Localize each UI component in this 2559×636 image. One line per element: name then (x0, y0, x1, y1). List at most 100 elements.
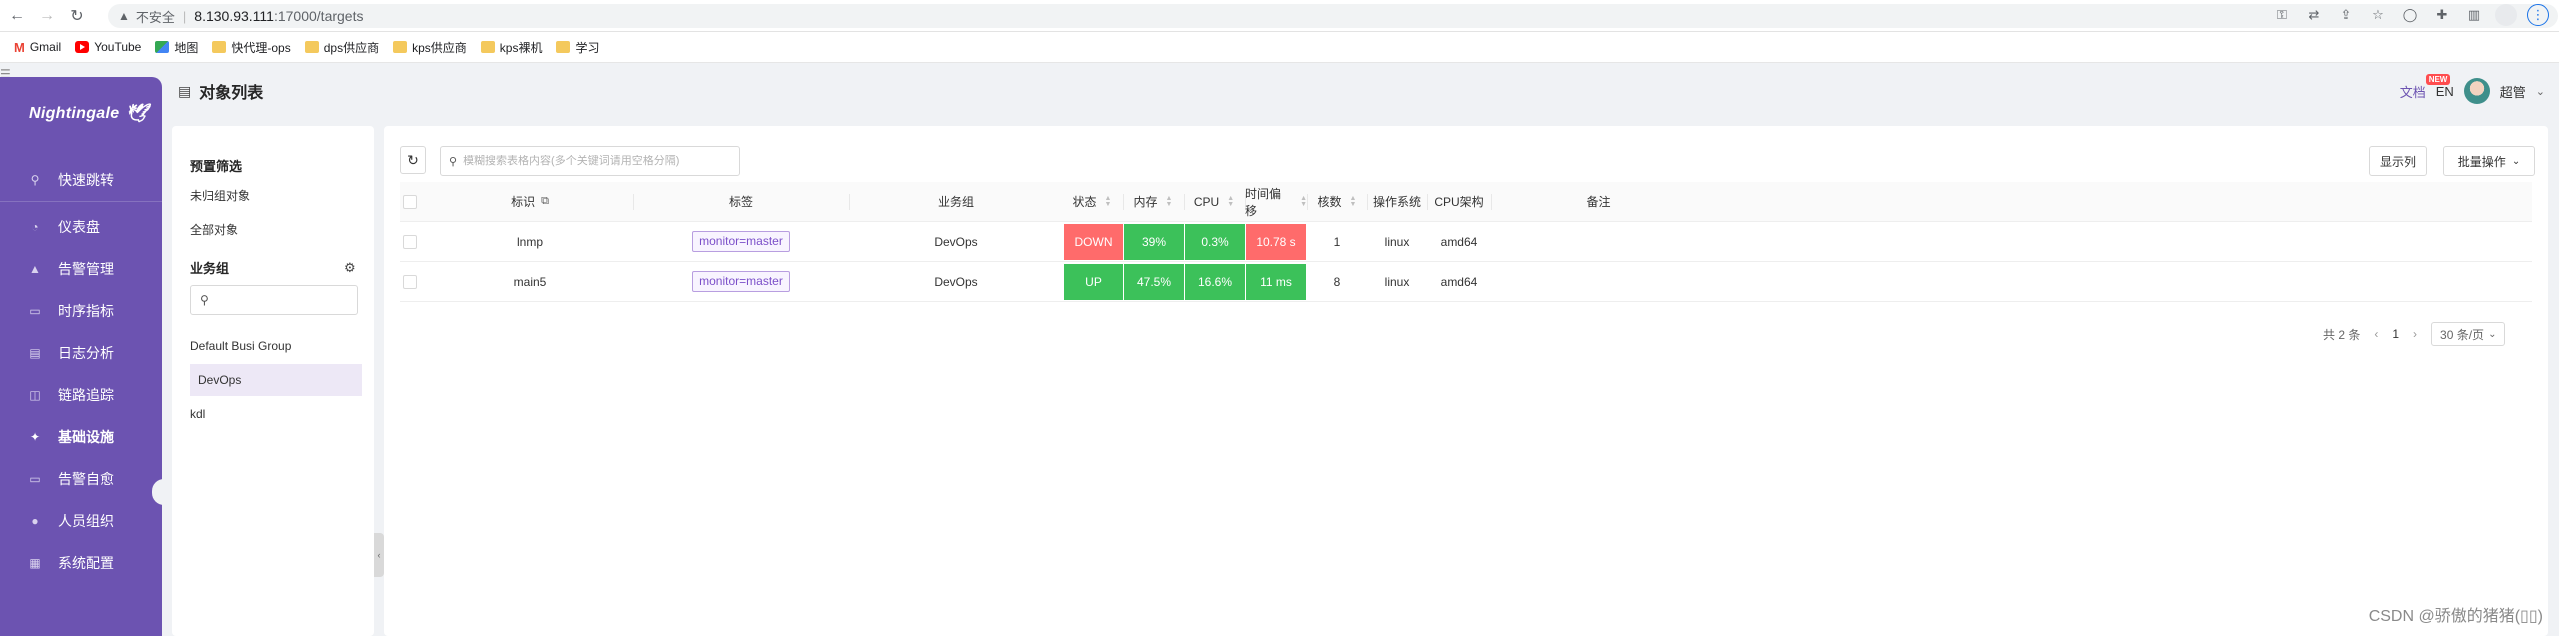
bookmark-label: kps裸机 (499, 40, 543, 55)
cell-ident[interactable]: main5 (430, 262, 630, 301)
pagination-current-page[interactable]: 1 (2392, 327, 2399, 341)
share-icon[interactable]: ⇪ (2335, 4, 2357, 26)
bookmark-maps[interactable]: 地图 (155, 39, 198, 56)
bookmark-folder[interactable]: dps供应商 (304, 39, 379, 56)
user-name[interactable]: 超管 (2500, 82, 2526, 101)
cell-os: linux (1384, 274, 1410, 289)
group-item-selected[interactable]: DevOps (190, 364, 362, 396)
bookmark-youtube[interactable]: YouTube (75, 40, 141, 54)
select-all-checkbox[interactable] (400, 182, 420, 221)
bookmark-folder[interactable]: kps供应商 (393, 39, 467, 56)
sidebar-item-metrics[interactable]: ▭ 时序指标 (0, 296, 162, 326)
more-icon[interactable]: ⋮ (2527, 4, 2549, 26)
sidebar-item-label: 告警管理 (58, 261, 114, 277)
sidebar-item-label: 系统配置 (58, 555, 114, 571)
row-checkbox[interactable] (400, 262, 420, 301)
address-bar[interactable]: ▲ 不安全 | 8.130.93.111:17000/targets (108, 4, 2558, 28)
bookmark-folder[interactable]: kps裸机 (480, 39, 543, 56)
table-row[interactable]: lnmp monitor=master DevOps DOWN 39% 0.3%… (400, 222, 2532, 262)
table-search[interactable]: ⚲ (440, 146, 740, 176)
youtube-icon (75, 41, 90, 53)
refresh-icon: ↻ (407, 151, 419, 168)
col-mem[interactable]: 内存 ▲ ▼ (1123, 182, 1183, 221)
sidepanel-icon[interactable]: ▥ (2463, 4, 2485, 26)
bookmark-folder[interactable]: 快代理-ops (212, 39, 291, 56)
col-mem-label: 内存 (1133, 195, 1158, 209)
col-offset[interactable]: 时间偏移 ▲ ▼ (1245, 182, 1307, 221)
row-checkbox[interactable] (400, 222, 420, 261)
cell-mem: 39% (1124, 224, 1184, 260)
cell-offset: 10.78 s (1246, 224, 1306, 260)
insecure-label: 不安全 (135, 9, 175, 25)
sidebar-item-label: 人员组织 (58, 513, 114, 529)
cell-ident[interactable]: lnmp (430, 222, 630, 261)
translate-icon[interactable]: ⇄ (2303, 4, 2325, 26)
cell-tags: monitor=master (633, 262, 849, 301)
sidebar-divider (0, 201, 162, 202)
docs-link[interactable]: 文档 NEW (2400, 73, 2451, 101)
star-icon[interactable]: ☆ (2367, 4, 2389, 26)
sidebar-item-logs[interactable]: ▤ 日志分析 (0, 338, 162, 368)
sidebar-item-infrastructure[interactable]: ✦ 基础设施 (0, 422, 162, 452)
cell-cpu: 16.6% (1185, 264, 1245, 300)
business-group-title: 业务组 (190, 261, 230, 276)
cell-tags: monitor=master (633, 222, 849, 261)
group-item[interactable]: kdl (190, 398, 362, 430)
table-row[interactable]: main5 monitor=master DevOps UP 47.5% 16.… (400, 262, 2532, 302)
cell-mem: 47.5% (1124, 264, 1184, 300)
sidebar-item-dashboard[interactable]: ◔ 仪表盘 (0, 212, 162, 242)
settings-icon: ▦ (29, 556, 41, 570)
bookmark-gmail[interactable]: M Gmail (14, 40, 61, 55)
language-switch[interactable]: EN (2436, 84, 2454, 99)
page-header: ▤ 对象列表 文档 NEW EN 超管 ⌄ (162, 63, 2559, 113)
sidebar-item-alerts[interactable]: ▲ 告警管理 (0, 254, 162, 284)
extension-icon[interactable]: ◯ (2399, 4, 2421, 26)
chevron-down-icon[interactable]: ⌄ (2536, 85, 2545, 98)
checkbox[interactable] (403, 194, 417, 209)
new-badge: NEW (2425, 73, 2451, 85)
prev-page-icon[interactable]: ‹ (2374, 327, 2378, 341)
gear-icon[interactable]: ⚙ (344, 260, 356, 276)
col-status[interactable]: 状态 ▲ ▼ (1062, 182, 1122, 221)
checkbox[interactable] (403, 234, 417, 249)
sidebar-item-users[interactable]: ● 人员组织 (0, 506, 162, 536)
bookmark-label: 快代理-ops (231, 40, 291, 55)
warning-icon: ▲ (118, 9, 130, 23)
copy-icon[interactable]: ⧉ (541, 195, 549, 208)
batch-operation-button[interactable]: 批量操作 ⌄ (2443, 146, 2535, 176)
page-title: ▤ 对象列表 (178, 79, 263, 103)
group-search-input[interactable]: ⚲ (190, 285, 358, 315)
forward-icon[interactable]: → (34, 3, 60, 29)
next-page-icon[interactable]: › (2413, 327, 2417, 341)
page-size-select[interactable]: 30 条/页 ⌄ (2431, 322, 2506, 346)
reload-icon[interactable]: ↻ (64, 3, 90, 29)
key-icon[interactable]: ⚿ (2271, 4, 2293, 26)
sidebar-item-quick-jump[interactable]: ⚲ 快速跳转 (0, 165, 162, 195)
preset-ungrouped[interactable]: 未归组对象 (190, 187, 250, 204)
tag-badge: monitor=master (692, 231, 790, 252)
panel-collapse-handle[interactable]: ‹ (374, 533, 384, 577)
sort-icon: ▲ ▼ (1300, 194, 1307, 208)
col-cpu[interactable]: CPU ▲ ▼ (1184, 182, 1244, 221)
columns-button[interactable]: 显示列 (2369, 146, 2427, 176)
col-cores[interactable]: 核数 ▲ ▼ (1307, 182, 1367, 221)
col-arch-label: CPU架构 (1434, 195, 1484, 209)
preset-all[interactable]: 全部对象 (190, 221, 238, 238)
sort-icon: ▲ ▼ (1104, 194, 1112, 208)
profile-icon[interactable] (2495, 4, 2517, 26)
bookmark-label: Gmail (29, 40, 62, 54)
group-item[interactable]: Default Busi Group (190, 330, 362, 362)
bookmarks-bar: M Gmail YouTube 地图 快代理-ops dps供应商 kps供应商 … (0, 32, 2559, 63)
table-search-input[interactable] (463, 155, 724, 167)
header-actions: 文档 NEW EN 超管 ⌄ (2400, 73, 2545, 104)
avatar[interactable] (2463, 78, 2490, 104)
sort-icon: ▲ ▼ (1227, 194, 1235, 208)
back-icon[interactable]: ← (4, 3, 30, 29)
sidebar-item-self-healing[interactable]: ▭ 告警自愈 (0, 464, 162, 494)
bookmark-folder[interactable]: 学习 (556, 39, 599, 56)
checkbox[interactable] (403, 274, 417, 289)
puzzle-icon[interactable]: ✚ (2431, 4, 2453, 26)
sidebar-item-settings[interactable]: ▦ 系统配置 (0, 548, 162, 578)
sidebar-item-tracing[interactable]: ◫ 链路追踪 (0, 380, 162, 410)
refresh-button[interactable]: ↻ (400, 146, 426, 174)
